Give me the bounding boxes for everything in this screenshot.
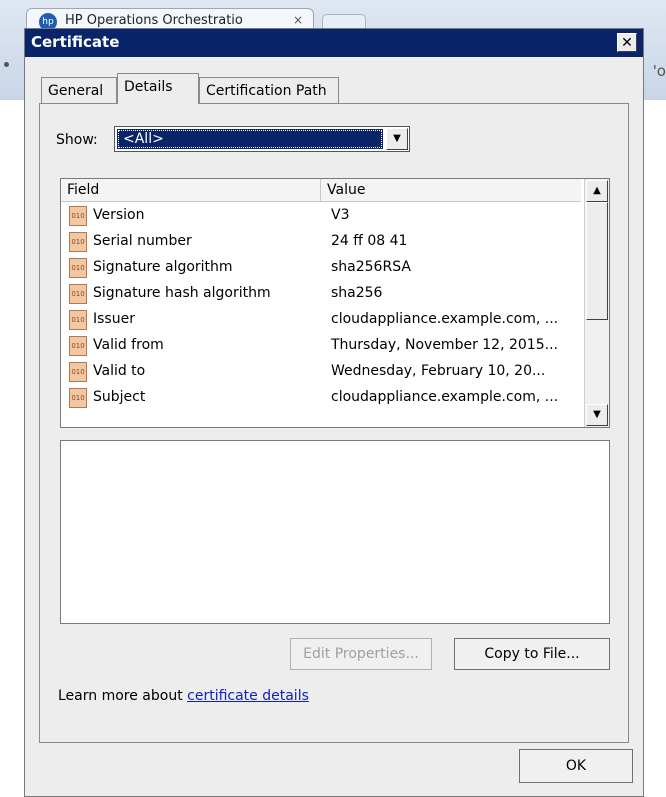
scroll-up-arrow-icon[interactable]: ▲ [586, 180, 608, 202]
field-value: Thursday, November 12, 2015... [331, 337, 558, 353]
certificate-field-icon: 010 [69, 232, 87, 252]
field-detail-textbox[interactable] [60, 440, 610, 624]
list-item[interactable]: 010 Signature hash algorithm sha256 [61, 281, 581, 307]
browser-tab-title: HP Operations Orchestratio [65, 13, 243, 28]
list-item[interactable]: 010 Subject cloudappliance.example.com, … [61, 385, 581, 411]
column-header-value[interactable]: Value [321, 179, 581, 201]
chevron-down-icon[interactable]: ▼ [386, 128, 408, 150]
copy-to-file-button[interactable]: Copy to File... [454, 638, 610, 670]
show-dropdown-value: <All> [117, 129, 383, 149]
field-name: Serial number [93, 233, 192, 249]
tab-details[interactable]: Details [117, 73, 199, 104]
scrollbar-thumb[interactable] [586, 202, 608, 320]
certificate-field-icon: 010 [69, 310, 87, 330]
learn-more-prefix: Learn more about [58, 688, 188, 704]
list-item[interactable]: 010 Valid to Wednesday, February 10, 20.… [61, 359, 581, 385]
field-value: 24 ff 08 41 [331, 233, 408, 249]
dialog-title: Certificate [31, 33, 120, 51]
certificate-field-icon: 010 [69, 284, 87, 304]
close-icon[interactable]: × [293, 13, 303, 27]
vertical-scrollbar[interactable]: ▲ ▼ [584, 179, 609, 427]
field-name: Valid from [93, 337, 164, 353]
field-value: V3 [331, 207, 350, 223]
list-item[interactable]: 010 Valid from Thursday, November 12, 20… [61, 333, 581, 359]
certificate-details-link[interactable]: certificate details [187, 688, 309, 704]
field-name: Signature hash algorithm [93, 285, 271, 301]
address-bar-fragment: 'o [652, 62, 666, 80]
field-value: sha256RSA [331, 259, 411, 275]
edit-properties-button[interactable]: Edit Properties... [290, 638, 432, 670]
certificate-field-icon: 010 [69, 336, 87, 356]
certificate-field-icon: 010 [69, 388, 87, 408]
title-bar: Certificate ✕ [25, 29, 643, 57]
field-value: cloudappliance.example.com, ... [331, 311, 559, 327]
show-label: Show: [56, 132, 98, 148]
list-rows: 010 Version V3 010 Serial number 24 ff 0… [61, 203, 581, 411]
field-name: Valid to [93, 363, 146, 379]
scroll-down-arrow-icon[interactable]: ▼ [586, 404, 608, 426]
field-name: Signature algorithm [93, 259, 233, 275]
certificate-dialog: Certificate ✕ General Details Certificat… [24, 28, 644, 797]
list-header: Field Value [61, 179, 581, 202]
field-value: cloudappliance.example.com, ... [331, 389, 559, 405]
field-name: Subject [93, 389, 146, 405]
certificate-fields-list[interactable]: Field Value 010 Version V3 010 Serial nu… [60, 178, 610, 428]
tab-certification-path[interactable]: Certification Path [199, 77, 339, 103]
details-panel: Show: <All> ▼ Field Value 010 Version V3… [39, 103, 629, 743]
back-button[interactable] [4, 62, 9, 67]
column-header-field[interactable]: Field [61, 179, 321, 201]
field-name: Version [93, 207, 145, 223]
list-item[interactable]: 010 Signature algorithm sha256RSA [61, 255, 581, 281]
ok-button[interactable]: OK [519, 749, 633, 783]
learn-more-text: Learn more about certificate details [58, 688, 309, 704]
list-item[interactable]: 010 Version V3 [61, 203, 581, 229]
certificate-field-icon: 010 [69, 258, 87, 278]
field-name: Issuer [93, 311, 135, 327]
show-dropdown[interactable]: <All> ▼ [114, 126, 410, 152]
certificate-field-icon: 010 [69, 206, 87, 226]
list-item[interactable]: 010 Issuer cloudappliance.example.com, .… [61, 307, 581, 333]
certificate-field-icon: 010 [69, 362, 87, 382]
tab-general[interactable]: General [41, 77, 117, 103]
field-value: Wednesday, February 10, 20... [331, 363, 546, 379]
field-value: sha256 [331, 285, 383, 301]
close-button[interactable]: ✕ [617, 33, 637, 52]
list-item[interactable]: 010 Serial number 24 ff 08 41 [61, 229, 581, 255]
